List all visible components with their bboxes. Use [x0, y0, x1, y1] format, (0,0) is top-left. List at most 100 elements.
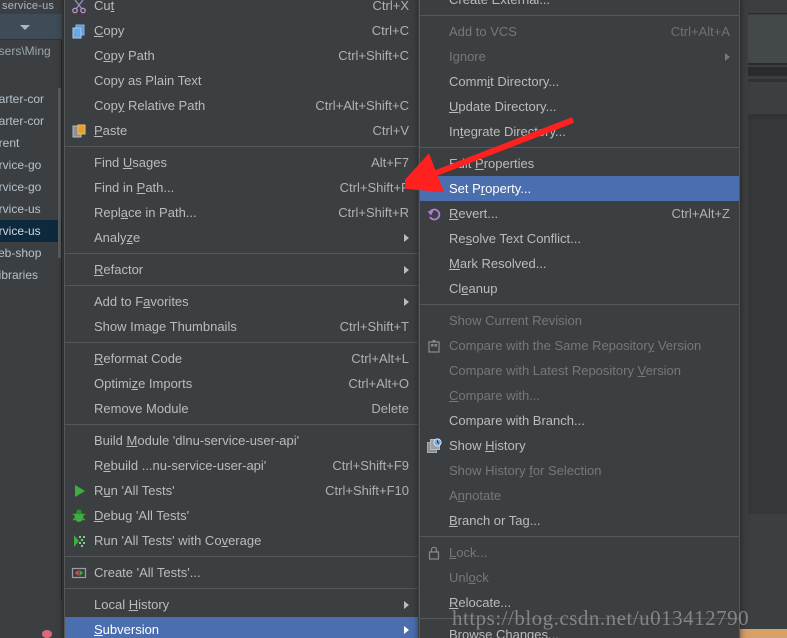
menu-item-compare-with-branch[interactable]: Compare with Branch... — [420, 408, 739, 433]
tree-item[interactable]: Libraries — [0, 264, 62, 286]
tree-item[interactable]: arent — [0, 132, 62, 154]
menu-item-edit-properties[interactable]: Edit Properties — [420, 151, 739, 176]
menu-item-set-property[interactable]: Set Property... — [420, 176, 739, 201]
menu-item-show-history[interactable]: Show History — [420, 433, 739, 458]
menu-item-create-external[interactable]: Create External... — [420, 0, 739, 12]
menu-item-label: Ignore — [449, 49, 486, 64]
menu-item-label: Find in Path... — [94, 180, 175, 195]
chevron-down-icon[interactable] — [20, 25, 30, 30]
menu-item-integrate-directory[interactable]: Integrate Directory... — [420, 119, 739, 144]
menu-item-refactor[interactable]: Refactor — [65, 257, 418, 282]
menu-item-label: Add to Favorites — [94, 294, 189, 309]
lock-icon — [426, 545, 442, 561]
menu-item-label: Run 'All Tests' — [94, 483, 175, 498]
menu-item-label: Analyze — [94, 230, 141, 245]
chevron-right-icon — [725, 52, 730, 61]
menu-item-optimize-imports[interactable]: Optimize Imports Ctrl+Alt+O — [65, 371, 418, 396]
menu-item-run-all-tests-with-coverage[interactable]: Run 'All Tests' with Coverage — [65, 528, 418, 553]
menu-item-label: Compare with the Same Repository Version — [449, 338, 702, 353]
menu-item-shortcut: Ctrl+Alt+L — [351, 351, 409, 366]
menu-item-label: Copy as Plain Text — [94, 73, 202, 88]
editor-context-menu[interactable]: Cut Ctrl+X Copy Ctrl+C Copy Path Ctrl+Shift+C… — [64, 0, 419, 638]
menu-item-label: Copy — [94, 23, 125, 38]
editor-tab-strip — [748, 0, 787, 14]
tree-item[interactable]: veb-shop — [0, 242, 62, 264]
menu-item-run-all-tests[interactable]: Run 'All Tests' Ctrl+Shift+F10 — [65, 478, 418, 503]
menu-item-local-history[interactable]: Local History — [65, 592, 418, 617]
tree-item[interactable]: parter-cor — [0, 88, 62, 110]
project-tab-label: service-us — [2, 0, 55, 12]
tree-item[interactable]: parter-cor — [0, 110, 62, 132]
menu-separator — [420, 304, 739, 305]
subversion-submenu[interactable]: Create External... Add to VCS Ctrl+Alt+A Ig… — [419, 0, 740, 638]
menu-item-copy-path[interactable]: Copy Path Ctrl+Shift+C — [65, 43, 418, 68]
menu-item-remove-module[interactable]: Remove Module Delete — [65, 396, 418, 421]
menu-item-label: Add to VCS — [449, 24, 517, 39]
menu-item-mark-resolved[interactable]: Mark Resolved... — [420, 251, 739, 276]
coverage-icon — [71, 533, 87, 549]
menu-item-label: Mark Resolved... — [449, 256, 547, 271]
menu-item-label: Run 'All Tests' with Coverage — [94, 533, 262, 548]
run-icon — [71, 483, 87, 499]
menu-item-show-current-revision: Show Current Revision — [420, 308, 739, 333]
menu-item-add-to-favorites[interactable]: Add to Favorites — [65, 289, 418, 314]
menu-item-subversion[interactable]: Subversion — [65, 617, 418, 638]
menu-item-cleanup[interactable]: Cleanup — [420, 276, 739, 301]
menu-item-reformat-code[interactable]: Reformat Code Ctrl+Alt+L — [65, 346, 418, 371]
menu-separator — [65, 342, 418, 343]
menu-item-paste[interactable]: Paste Ctrl+V — [65, 118, 418, 143]
menu-item-copy-as-plain-text[interactable]: Copy as Plain Text — [65, 68, 418, 93]
chevron-right-icon — [404, 625, 409, 634]
project-tab-strip[interactable]: service-us — [0, 0, 62, 14]
tree-item-label: parter-cor — [0, 92, 45, 106]
menu-item-cut[interactable]: Cut Ctrl+X — [65, 0, 418, 18]
menu-item-revert[interactable]: Revert... Ctrl+Alt+Z — [420, 201, 739, 226]
menu-item-copy-relative-path[interactable]: Copy Relative Path Ctrl+Alt+Shift+C — [65, 93, 418, 118]
menu-item-show-image-thumbnails[interactable]: Show Image Thumbnails Ctrl+Shift+T — [65, 314, 418, 339]
tree-item[interactable]: ervice-us — [0, 220, 62, 242]
cut-icon — [71, 0, 87, 14]
menu-item-shortcut: Ctrl+Shift+C — [338, 48, 409, 63]
notification-dot-icon — [42, 630, 52, 638]
watermark-text: https://blog.csdn.net/u013412790 — [452, 606, 750, 630]
project-tree[interactable]: parter-cor parter-cor arent ervice-go ervice… — [0, 88, 62, 286]
menu-item-find-usages[interactable]: Find Usages Alt+F7 — [65, 150, 418, 175]
tree-item-label: ervice-go — [0, 158, 42, 172]
editor-breadcrumb-area — [748, 15, 787, 65]
menu-item-build-module-dlnu-service-user-api[interactable]: Build Module 'dlnu-service-user-api' — [65, 428, 418, 453]
menu-item-replace-in-path[interactable]: Replace in Path... Ctrl+Shift+R — [65, 200, 418, 225]
tree-item[interactable]: ervice-go — [0, 176, 62, 198]
menu-item-label: Compare with... — [449, 388, 541, 403]
menu-item-label: Edit Properties — [449, 156, 535, 171]
menu-item-branch-or-tag[interactable]: Branch or Tag... — [420, 508, 739, 533]
menu-item-update-directory[interactable]: Update Directory... — [420, 94, 739, 119]
menu-item-rebuild-nu-service-user-api[interactable]: Rebuild ...nu-service-user-api' Ctrl+Shif… — [65, 453, 418, 478]
tree-item[interactable]: ervice-us — [0, 198, 62, 220]
menu-item-debug-all-tests[interactable]: Debug 'All Tests' — [65, 503, 418, 528]
menu-item-label: Create External... — [449, 0, 550, 7]
menu-item-label: Integrate Directory... — [449, 124, 566, 139]
project-scrollbar[interactable] — [58, 88, 61, 258]
editor-gap-1 — [748, 67, 787, 76]
menu-item-compare-with-latest-repository-version: Compare with Latest Repository Version — [420, 358, 739, 383]
menu-item-compare-with: Compare with... — [420, 383, 739, 408]
tree-item-label: veb-shop — [0, 246, 42, 260]
menu-item-compare-with-the-same-repository-version: Compare with the Same Repository Version — [420, 333, 739, 358]
project-toolbar[interactable] — [0, 14, 62, 40]
menu-item-label: Branch or Tag... — [449, 513, 541, 528]
menu-item-copy[interactable]: Copy Ctrl+C — [65, 18, 418, 43]
menu-item-commit-directory[interactable]: Commit Directory... — [420, 69, 739, 94]
editor-divider-1 — [748, 79, 787, 82]
menu-item-shortcut: Ctrl+Alt+O — [348, 376, 409, 391]
menu-item-analyze[interactable]: Analyze — [65, 225, 418, 250]
menu-item-find-in-path[interactable]: Find in Path... Ctrl+Shift+F — [65, 175, 418, 200]
tree-item-label: ervice-go — [0, 180, 42, 194]
menu-item-label: Reformat Code — [94, 351, 183, 366]
project-path-label: Users\Ming — [0, 44, 51, 58]
menu-item-create-all-tests[interactable]: Create 'All Tests'... — [65, 560, 418, 585]
tree-item[interactable]: ervice-go — [0, 154, 62, 176]
menu-item-label: Set Property... — [449, 181, 532, 196]
menu-item-shortcut: Ctrl+Shift+R — [338, 205, 409, 220]
menu-item-resolve-text-conflict[interactable]: Resolve Text Conflict... — [420, 226, 739, 251]
menu-item-label: Annotate — [449, 488, 502, 503]
